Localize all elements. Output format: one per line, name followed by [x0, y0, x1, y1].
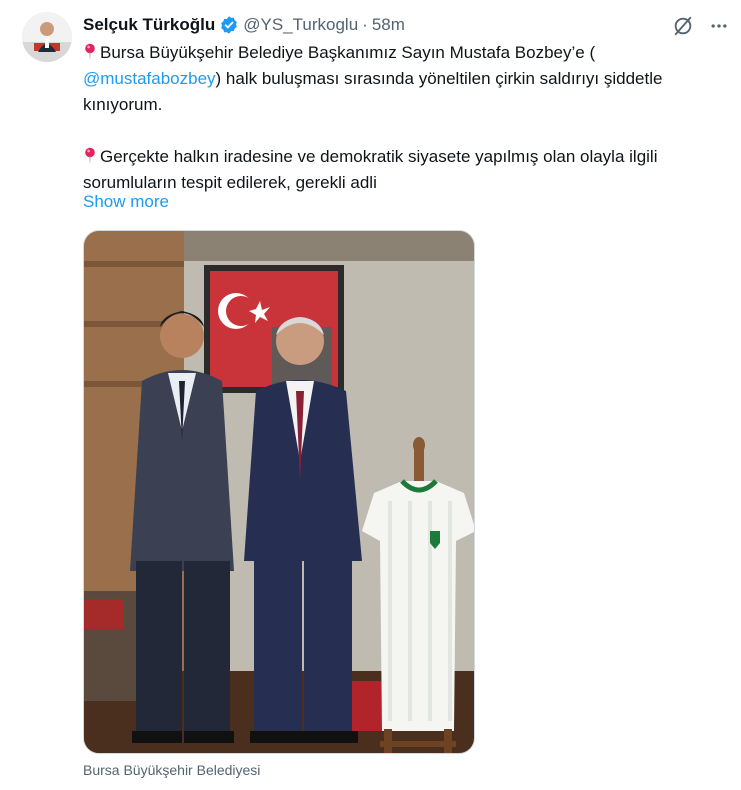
avatar[interactable] — [22, 12, 72, 62]
tweet-photo[interactable] — [83, 230, 475, 754]
photo-caption: Bursa Büyükşehir Belediyesi — [83, 762, 261, 778]
tweet-top-actions — [671, 14, 731, 38]
author-handle[interactable]: @YS_Turkoglu — [243, 15, 358, 35]
separator-dot: · — [362, 15, 368, 34]
tweet-header: Selçuk Türkoğlu @YS_Turkoglu · 58m — [83, 14, 405, 36]
tweet-text-part-1: Bursa Büyükşehir Belediye Başkanımız Say… — [100, 43, 596, 62]
tweet[interactable]: Selçuk Türkoğlu @YS_Turkoglu · 58m Bursa… — [0, 0, 741, 790]
tweet-timestamp[interactable]: 58m — [372, 15, 405, 35]
tweet-paragraph-1: Bursa Büyükşehir Belediye Başkanımız Say… — [83, 40, 723, 118]
mention-link[interactable]: @mustafabozbey — [83, 69, 216, 88]
pushpin-icon — [83, 147, 97, 165]
pushpin-icon — [83, 43, 97, 61]
more-icon[interactable] — [707, 14, 731, 38]
tweet-paragraph-2: Gerçekte halkın iradesine ve demokratik … — [83, 144, 723, 196]
grok-icon[interactable] — [671, 14, 695, 38]
author-display-name[interactable]: Selçuk Türkoğlu — [83, 15, 215, 35]
show-more-link[interactable]: Show more — [83, 189, 169, 215]
verified-badge-icon — [219, 15, 239, 35]
tweet-text-part-3: Gerçekte halkın iradesine ve demokratik … — [83, 147, 658, 192]
tweet-text: Bursa Büyükşehir Belediye Başkanımız Say… — [83, 40, 723, 196]
